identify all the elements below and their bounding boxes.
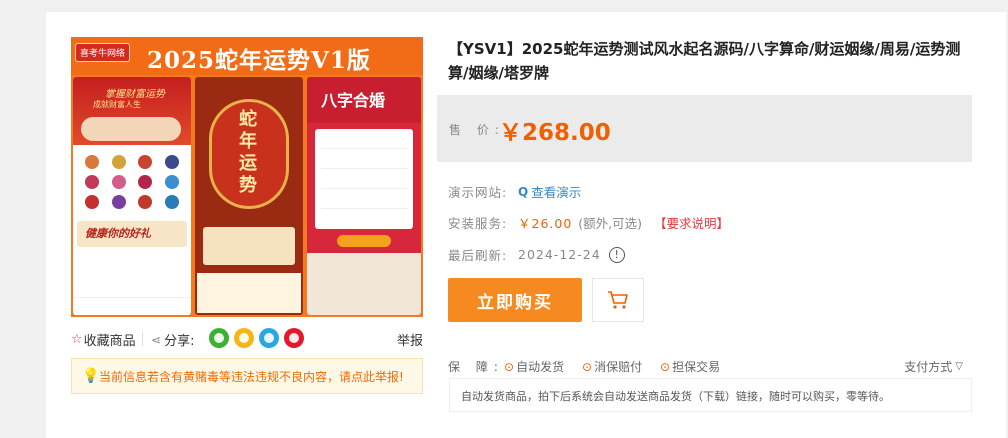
install-row: 安装服务: ￥26.00 (额外,可选) 【要求说明】 — [448, 213, 729, 232]
weibo-share-icon[interactable] — [284, 328, 304, 348]
demo-row: 演示网站: Q 查看演示 — [448, 182, 581, 201]
demo-link[interactable]: Q 查看演示 — [518, 182, 581, 201]
demo-label: 演示网站: — [448, 185, 508, 200]
check-icon: ⊙ — [660, 359, 671, 374]
image-badge: 喜考牛网络 — [75, 43, 131, 62]
image-headline: 2025蛇年运势V1版 — [147, 47, 371, 74]
buy-now-button[interactable]: 立即购买 — [448, 278, 582, 322]
report-link[interactable]: 举报 — [397, 330, 423, 349]
product-image[interactable]: 喜考牛网络 2025蛇年运势V1版 掌握财富运势 成就财富人生 健康你的好礼 蛇… — [71, 37, 423, 317]
notice-text: 当前信息若含有黄赌毒等违法违规不良内容，请点此举报! — [99, 369, 404, 384]
report-notice[interactable]: 💡 当前信息若含有黄赌毒等违法违规不良内容，请点此举报! — [71, 358, 423, 394]
image-actions: ☆ 收藏商品 ⋖ 分享: 举报 — [71, 328, 423, 350]
check-icon: ⊙ — [504, 359, 515, 374]
install-label: 安装服务: — [448, 216, 508, 231]
info-icon[interactable]: ! — [608, 246, 625, 263]
guarantee-item: ⊙ 担保交易 — [660, 359, 721, 375]
cart-icon — [608, 291, 628, 309]
image-banner: 喜考牛网络 2025蛇年运势V1版 — [71, 37, 423, 75]
demo-link-text: 查看演示 — [531, 185, 582, 200]
add-to-cart-button[interactable] — [592, 278, 644, 322]
install-extra: (额外,可选) — [578, 216, 643, 231]
divider — [142, 332, 143, 346]
panel1-subtitle: 成就财富人生 — [93, 100, 141, 109]
share-label: 分享: — [164, 334, 195, 349]
favorite-label: 收藏商品 — [83, 334, 136, 349]
refresh-label: 最后刷新: — [448, 248, 508, 263]
screenshot-panel-3: 八字合婚 — [307, 77, 421, 315]
share-section: ⋖ 分享: — [151, 330, 195, 350]
guarantee-item: ⊙ 消保赔付 — [582, 359, 643, 375]
refresh-row: 最后刷新: 2024-12-24 ! — [448, 245, 625, 264]
price-label: 售 价: — [449, 123, 505, 137]
guarantee-row: 保 障: ⊙ 自动发货 ⊙ 消保赔付 ⊙ 担保交易 支付方式 ▽ — [438, 354, 971, 375]
chevron-down-icon: ▽ — [955, 361, 963, 372]
delivery-description: 自动发货商品，拍下后系统会自动发送商品发货（下载）链接，随时可以购买，零等待。 — [449, 378, 972, 412]
panel1-icon-grid — [73, 145, 191, 209]
panel1-title: 掌握财富运势 — [105, 89, 165, 100]
qzone-share-icon[interactable] — [234, 328, 254, 348]
panel3-title: 八字合婚 — [321, 91, 386, 110]
qq-share-icon[interactable] — [259, 328, 279, 348]
refresh-date: 2024-12-24 — [518, 247, 601, 262]
screenshot-panel-2: 蛇年运势 — [195, 77, 303, 315]
panel2-text: 蛇年运势 — [239, 109, 257, 196]
guarantee-item: ⊙ 自动发货 — [504, 359, 565, 375]
search-icon: Q — [518, 184, 529, 199]
guarantee-label: 保 障: — [448, 360, 504, 374]
wechat-share-icon[interactable] — [209, 328, 229, 348]
share-icon: ⋖ — [151, 332, 162, 347]
star-icon: ☆ — [71, 332, 83, 347]
payment-methods-dropdown[interactable]: 支付方式 ▽ — [904, 358, 963, 375]
payment-methods-label: 支付方式 — [904, 360, 953, 374]
lightbulb-icon: 💡 — [82, 368, 100, 384]
install-requirements-link[interactable]: 【要求说明】 — [654, 213, 729, 232]
screenshot-panel-1: 掌握财富运势 成就财富人生 健康你的好礼 — [73, 77, 191, 315]
install-price: ￥26.00 — [518, 216, 573, 231]
panel1-strip-text: 健康你的好礼 — [85, 227, 151, 240]
price-value: ￥268.00 — [499, 120, 611, 146]
price-box: 售 价: ￥268.00 — [437, 95, 972, 162]
favorite-button[interactable]: ☆ 收藏商品 — [71, 330, 136, 349]
product-title: 【YSV1】2025蛇年运势测试风水起名源码/八字算命/财运姻缘/周易/运势测算… — [448, 40, 961, 82]
check-icon: ⊙ — [582, 359, 593, 374]
